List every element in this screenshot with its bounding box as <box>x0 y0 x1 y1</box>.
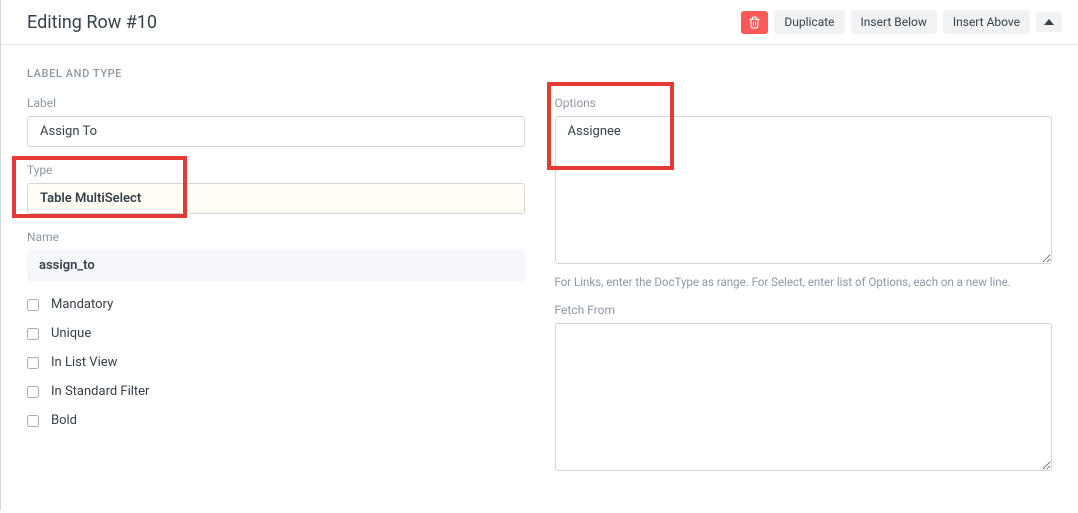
fetch-from-textarea[interactable] <box>555 323 1053 471</box>
insert-above-button[interactable]: Insert Above <box>943 10 1030 34</box>
in-standard-filter-label: In Standard Filter <box>51 384 149 399</box>
name-display: assign_to <box>27 250 525 281</box>
bold-label: Bold <box>51 413 77 428</box>
insert-below-button[interactable]: Insert Below <box>851 10 937 34</box>
bold-checkbox[interactable] <box>27 415 39 427</box>
editor-body: LABEL AND TYPE Label Type Name assign_to <box>1 45 1078 513</box>
editor-header: Editing Row #10 Duplicate Insert Below I… <box>1 0 1078 45</box>
caret-up-icon <box>1044 19 1054 25</box>
in-list-view-label: In List View <box>51 355 117 370</box>
unique-checkbox[interactable] <box>27 328 39 340</box>
trash-icon <box>748 16 761 29</box>
label-field-label: Label <box>27 96 525 110</box>
unique-label: Unique <box>51 326 91 341</box>
fetch-from-field-label: Fetch From <box>555 303 1053 317</box>
in-list-view-checkbox[interactable] <box>27 357 39 369</box>
left-column: Label Type Name assign_to Mandatory <box>27 96 525 491</box>
options-field-label: Options <box>555 96 1053 110</box>
mandatory-label: Mandatory <box>51 297 113 312</box>
page-title: Editing Row #10 <box>27 12 157 33</box>
options-help-text: For Links, enter the DocType as range. F… <box>555 274 1053 291</box>
delete-button[interactable] <box>741 11 768 34</box>
header-actions: Duplicate Insert Below Insert Above <box>741 10 1062 34</box>
name-field-label: Name <box>27 230 525 244</box>
collapse-button[interactable] <box>1036 12 1062 32</box>
in-standard-filter-checkbox[interactable] <box>27 386 39 398</box>
right-column: Options For Links, enter the DocType as … <box>555 96 1053 491</box>
label-input[interactable] <box>27 116 525 147</box>
section-title: LABEL AND TYPE <box>27 67 1052 80</box>
type-field-label: Type <box>27 163 525 177</box>
options-textarea[interactable] <box>555 116 1053 264</box>
duplicate-button[interactable]: Duplicate <box>774 10 844 34</box>
type-input[interactable] <box>27 183 525 214</box>
mandatory-checkbox[interactable] <box>27 299 39 311</box>
